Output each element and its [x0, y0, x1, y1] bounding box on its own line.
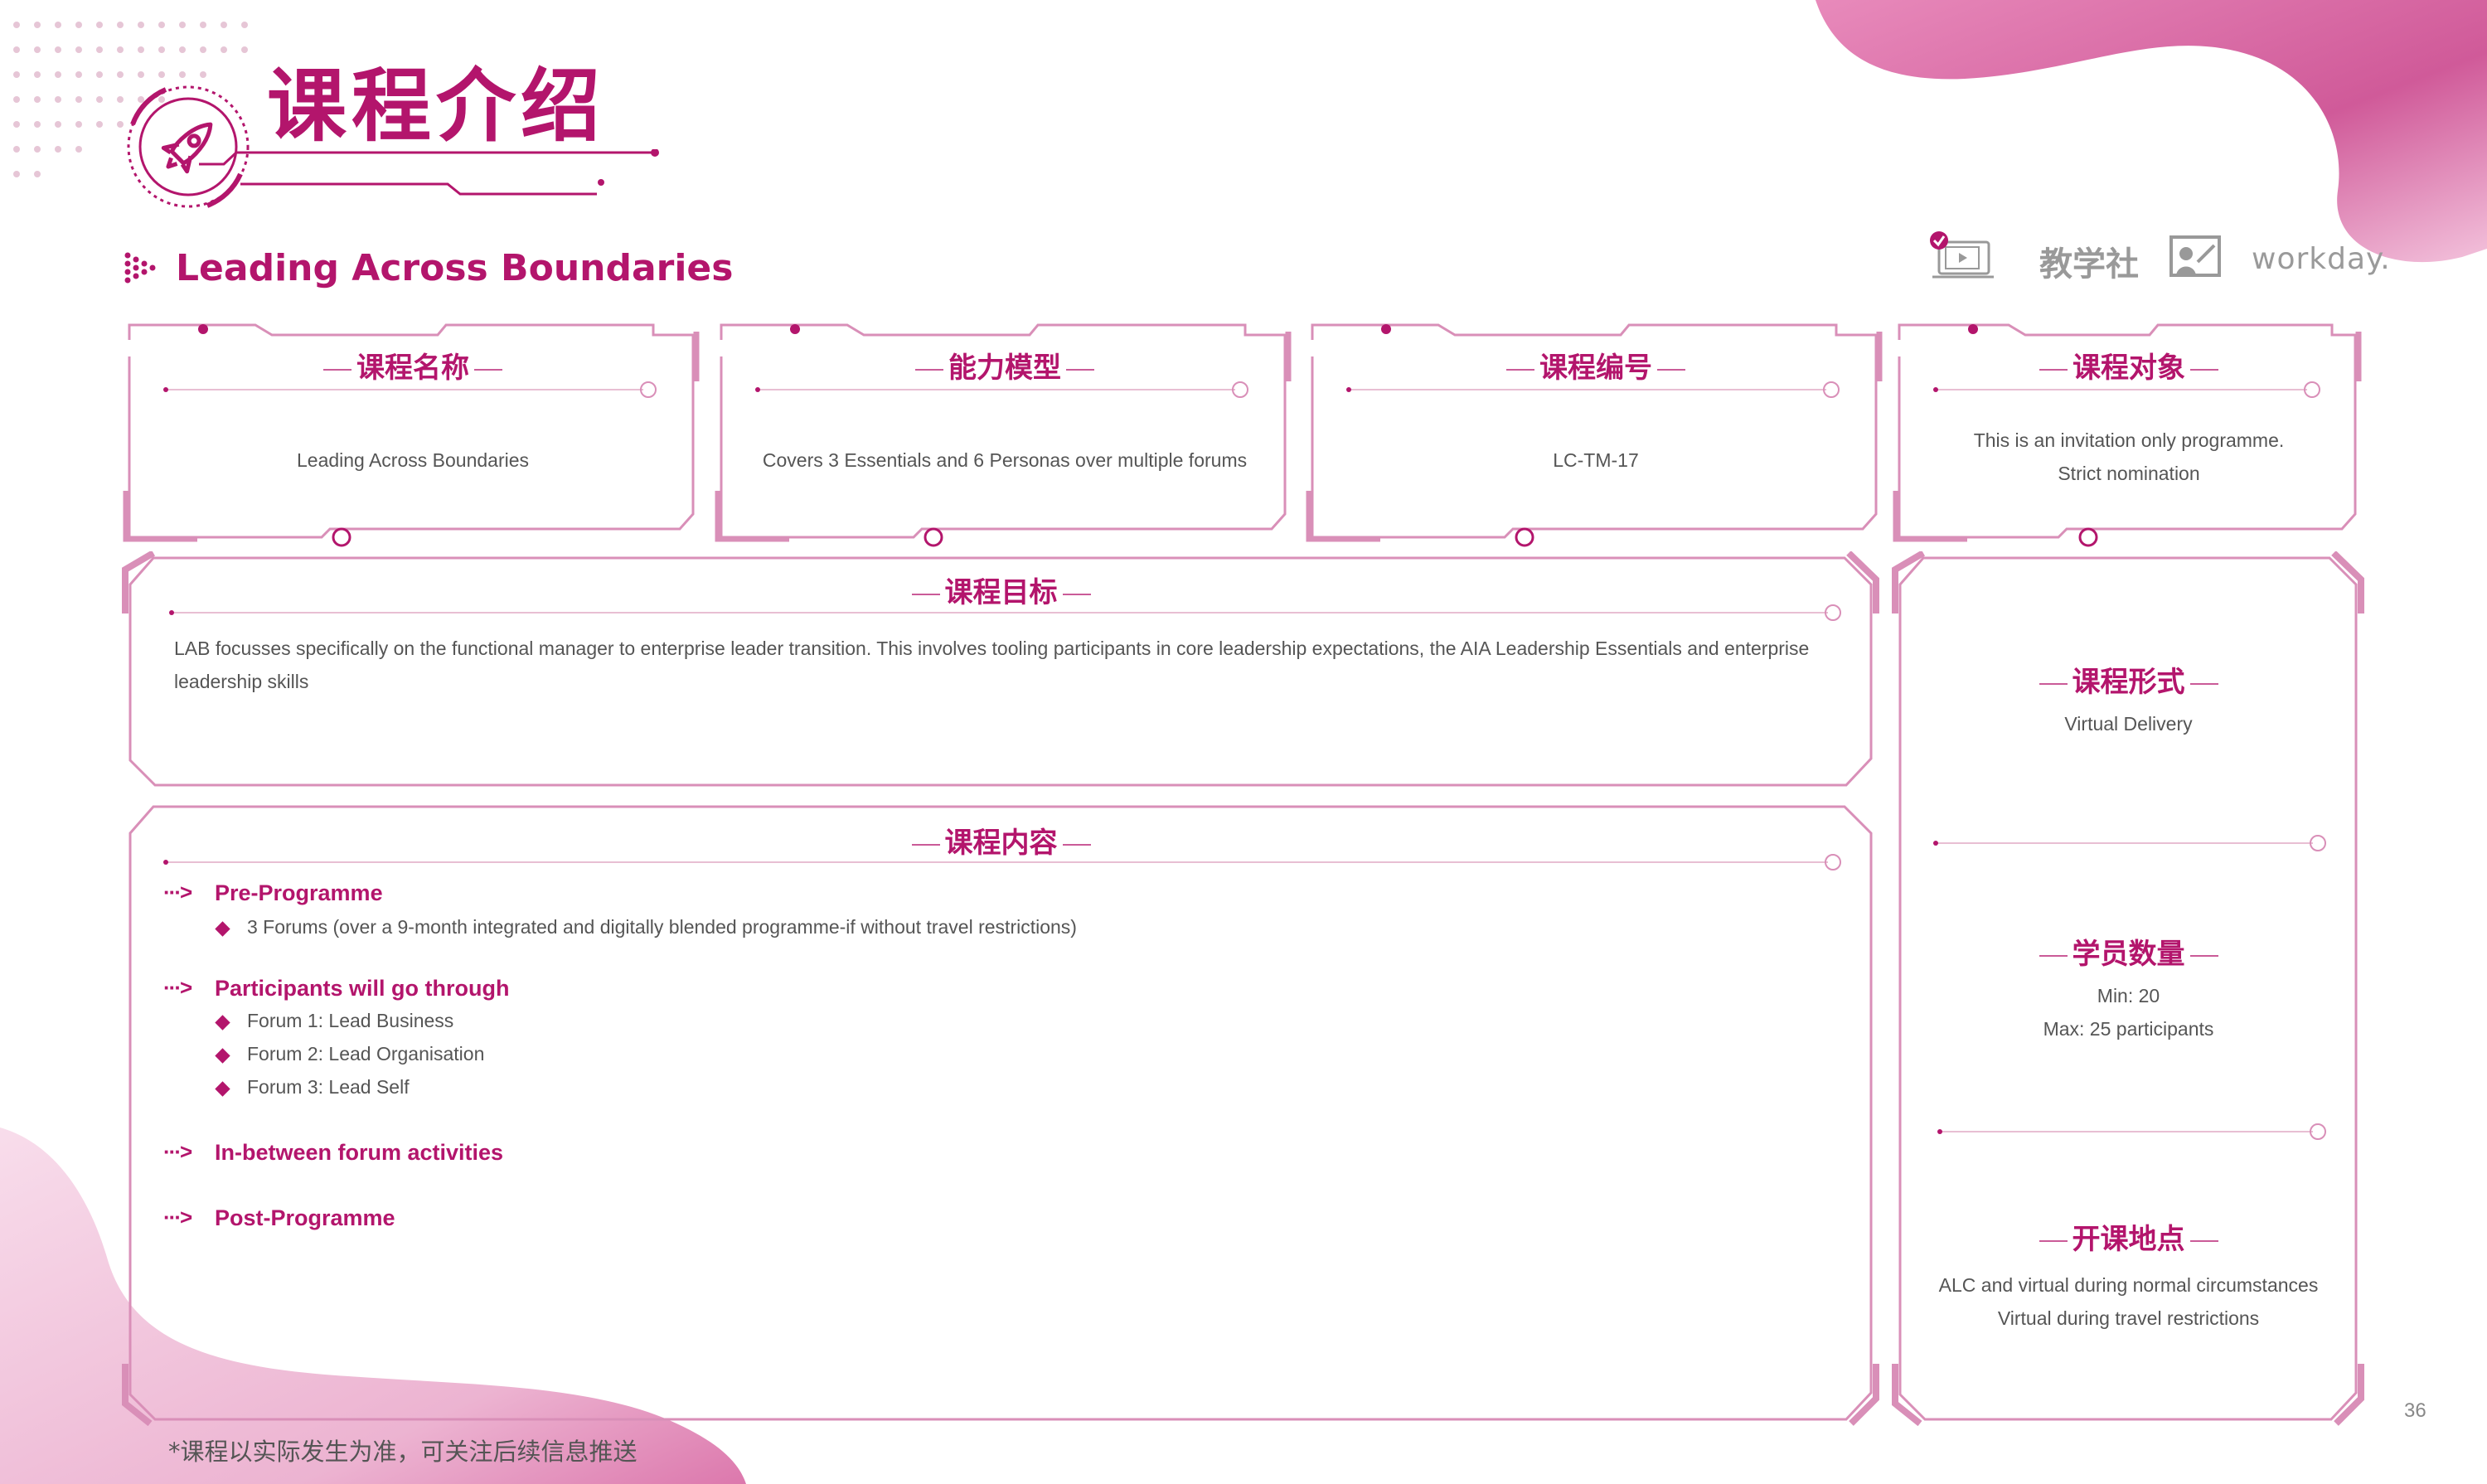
section-title: Participants will go through: [215, 976, 510, 1001]
card-heading: 能力模型: [948, 352, 1061, 385]
size-line2: Max: 25 participants: [2043, 1018, 2214, 1040]
jiaoxueshe-logo: 教学社: [2039, 245, 2139, 284]
card-value-line1: This is an invitation only programme.: [1973, 429, 2285, 451]
list-item: Forum 1: Lead Business: [247, 1010, 454, 1031]
footer-note: *课程以实际发生为准，可关注后续信息推送: [168, 1438, 638, 1466]
arrow-icon: ···>: [163, 1139, 192, 1164]
format-value: Virtual Delivery: [2064, 713, 2193, 735]
location-heading: 开课地点: [2072, 1223, 2185, 1256]
arrow-icon: ···>: [163, 1205, 192, 1229]
list-item: Forum 2: Lead Organisation: [247, 1043, 485, 1065]
format-heading: 课程形式: [2072, 666, 2185, 699]
arrow-icon: ···>: [163, 975, 192, 1000]
page-number: 36: [2404, 1399, 2426, 1422]
list-item: 3 Forums (over a 9-month integrated and …: [247, 916, 1077, 938]
page-title: 课程介绍: [267, 60, 605, 153]
whiteboard-icon: [2169, 235, 2221, 277]
content-frame: [122, 805, 1879, 1426]
size-line1: Min: 20: [2097, 985, 2160, 1006]
card-value: Leading Across Boundaries: [296, 449, 530, 471]
location-line2: Virtual during travel restrictions: [1997, 1307, 2260, 1329]
audience-card: 课程对象 This is an invitation only programm…: [1893, 315, 2365, 547]
video-check-icon: [1930, 231, 1994, 279]
workday-logo: workday.: [2252, 242, 2391, 276]
arrow-dots-icon: [124, 252, 156, 284]
card-heading: 课程名称: [356, 352, 469, 385]
card-value: LC-TM-17: [1553, 449, 1639, 471]
card-value-line2: Strict nomination: [2058, 463, 2200, 484]
goal-text: LAB focusses specifically on the functio…: [174, 638, 1810, 692]
section-title: Post-Programme: [215, 1205, 395, 1230]
goal-heading: 课程目标: [944, 576, 1058, 609]
card-value: Covers 3 Essentials and 6 Personas over …: [762, 449, 1248, 471]
location-line1: ALC and virtual during normal circumstan…: [1938, 1274, 2319, 1296]
arrow-icon: ···>: [163, 880, 192, 904]
card-heading: 课程编号: [1539, 352, 1652, 385]
competency-card: 能力模型 Covers 3 Essentials and 6 Personas …: [715, 315, 1295, 547]
section-title: In-between forum activities: [215, 1140, 504, 1165]
card-heading: 课程对象: [2072, 352, 2185, 385]
section-title: Pre-Programme: [215, 880, 383, 905]
side-panel: 课程形式 Virtual Delivery 学员数量 Min: 20 Max: …: [1890, 551, 2367, 1426]
course-subtitle: Leading Across Boundaries: [176, 247, 734, 289]
content-panel: 课程内容: [120, 800, 1882, 1426]
title-underline: [199, 149, 659, 196]
size-heading: 学员数量: [2072, 938, 2185, 971]
list-item: Forum 3: Lead Self: [247, 1076, 410, 1098]
course-code-card: 课程编号 LC-TM-17: [1306, 315, 1886, 547]
content-heading: 课程内容: [944, 827, 1058, 860]
course-name-card: 课程名称 Leading Across Boundaries: [123, 315, 703, 547]
top-right-blob: [1816, 0, 2487, 263]
